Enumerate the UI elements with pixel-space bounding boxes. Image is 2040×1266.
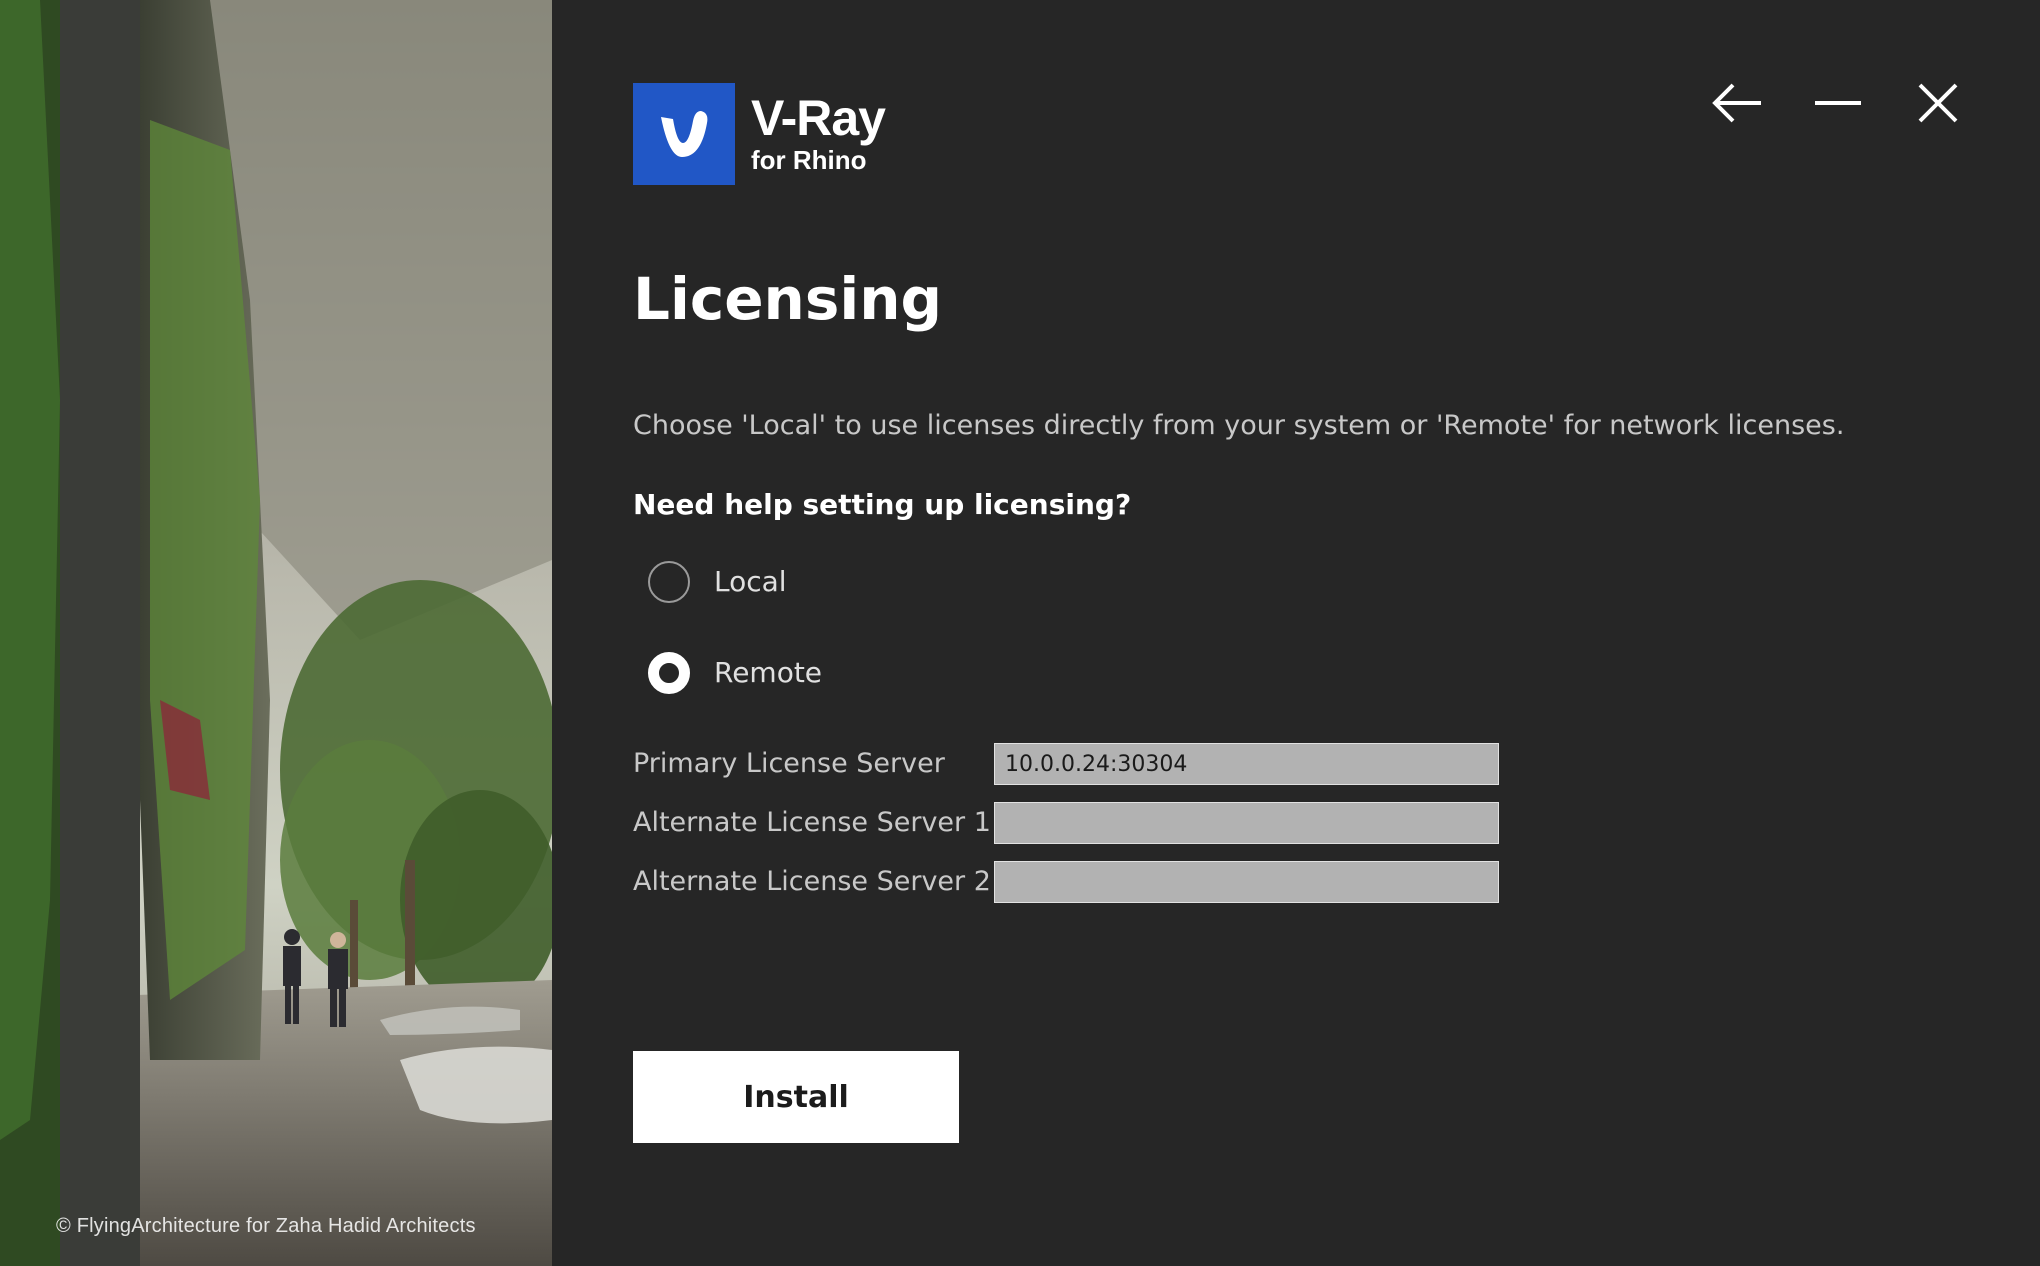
hero-image: © FlyingArchitecture for Zaha Hadid Arch… xyxy=(0,0,552,1266)
alternate-server-1-label: Alternate License Server 1 xyxy=(633,807,991,838)
brand-title: V-Ray xyxy=(751,90,886,146)
vray-logo-icon xyxy=(633,83,735,185)
primary-server-row: Primary License Server xyxy=(633,743,1499,785)
radio-remote-indicator[interactable] xyxy=(648,652,690,694)
radio-remote[interactable]: Remote xyxy=(648,652,822,694)
brand-subtitle: for Rhino xyxy=(751,145,867,175)
installer-window: © FlyingArchitecture for Zaha Hadid Arch… xyxy=(0,0,2040,1266)
alternate-server-2-row: Alternate License Server 2 xyxy=(633,861,1499,903)
hero-illustration xyxy=(0,0,552,1266)
licensing-description: Choose 'Local' to use licenses directly … xyxy=(633,410,1845,441)
close-button[interactable] xyxy=(1910,78,1966,128)
alternate-server-1-row: Alternate License Server 1 xyxy=(633,802,1499,844)
vray-logo-text: V-Ray for Rhino xyxy=(751,90,886,175)
page-title: Licensing xyxy=(633,265,943,333)
minimize-button[interactable] xyxy=(1810,78,1866,128)
radio-remote-label[interactable]: Remote xyxy=(714,653,822,693)
alternate-server-1-input[interactable] xyxy=(994,802,1499,844)
radio-local-label[interactable]: Local xyxy=(714,562,787,602)
primary-server-label: Primary License Server xyxy=(633,748,945,779)
minimize-icon xyxy=(1815,101,1861,105)
licensing-help-link[interactable]: Need help setting up licensing? xyxy=(633,486,1131,524)
radio-local[interactable]: Local xyxy=(648,561,787,603)
alternate-server-2-input[interactable] xyxy=(994,861,1499,903)
back-button[interactable] xyxy=(1710,78,1766,128)
window-controls xyxy=(1710,78,1966,128)
image-credit: © FlyingArchitecture for Zaha Hadid Arch… xyxy=(56,1215,476,1237)
arrow-left-icon xyxy=(1712,83,1761,123)
install-button[interactable]: Install xyxy=(633,1051,959,1143)
close-icon xyxy=(1918,83,1958,123)
vray-logo: V-Ray for Rhino xyxy=(633,83,886,185)
alternate-server-2-label: Alternate License Server 2 xyxy=(633,866,991,897)
radio-local-indicator[interactable] xyxy=(648,561,690,603)
primary-server-input[interactable] xyxy=(994,743,1499,785)
